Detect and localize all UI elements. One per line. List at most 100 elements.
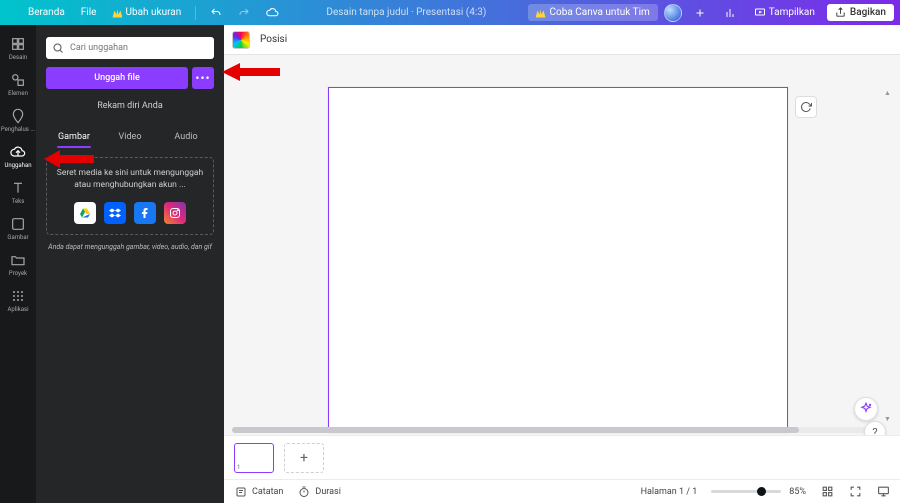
uploads-icon bbox=[10, 144, 26, 160]
sub-toolbar: Posisi bbox=[224, 25, 900, 55]
home-label: Beranda bbox=[28, 7, 65, 18]
rail-draw-label: Gambar bbox=[7, 234, 28, 241]
try-team-button[interactable]: Coba Canva untuk Tim bbox=[528, 4, 658, 21]
design-icon bbox=[10, 36, 26, 52]
tab-audio-label: Audio bbox=[174, 132, 197, 142]
rail-brand-label: Penghalus ... bbox=[1, 126, 35, 133]
fullscreen-button[interactable] bbox=[848, 485, 862, 499]
page-number: 1 bbox=[237, 464, 240, 471]
duration-button[interactable]: Durasi bbox=[297, 485, 340, 499]
connect-facebook[interactable] bbox=[134, 202, 156, 224]
media-tabs: Gambar Video Audio bbox=[46, 127, 214, 147]
tab-video-label: Video bbox=[119, 132, 142, 142]
notes-icon bbox=[234, 485, 248, 499]
zoom-slider[interactable] bbox=[711, 490, 781, 493]
file-label: File bbox=[81, 7, 97, 18]
rail-design-label: Desain bbox=[9, 54, 27, 61]
grid-view-button[interactable] bbox=[820, 485, 834, 499]
dropzone-text: Seret media ke sini untuk mengunggah ata… bbox=[55, 168, 205, 192]
tab-video[interactable]: Video bbox=[102, 127, 158, 147]
back-button[interactable] bbox=[6, 5, 18, 21]
position-button[interactable]: Posisi bbox=[260, 34, 287, 45]
rail-draw[interactable]: Gambar bbox=[0, 211, 36, 247]
crown-icon bbox=[112, 8, 122, 18]
record-yourself-button[interactable]: Rekam diri Anda bbox=[46, 95, 214, 117]
tab-images[interactable]: Gambar bbox=[46, 127, 102, 147]
document-title[interactable]: Desain tanpa judul · Presentasi (4:3) bbox=[285, 7, 527, 18]
record-label: Rekam diri Anda bbox=[97, 101, 162, 111]
share-button[interactable]: Bagikan bbox=[827, 4, 894, 21]
sync-icon[interactable] bbox=[795, 96, 817, 118]
page-canvas[interactable] bbox=[328, 87, 788, 433]
duration-label: Durasi bbox=[315, 487, 340, 497]
share-label: Bagikan bbox=[850, 7, 886, 18]
annotation-arrow-upload bbox=[222, 61, 280, 83]
rail-uploads[interactable]: Unggahan bbox=[0, 139, 36, 175]
elements-icon bbox=[10, 72, 26, 88]
search-input[interactable] bbox=[46, 37, 214, 59]
cloud-save-icon[interactable] bbox=[260, 3, 285, 22]
present-button[interactable]: Tampilkan bbox=[748, 4, 821, 22]
file-menu[interactable]: File bbox=[75, 4, 103, 21]
resize-label: Ubah ukuran bbox=[125, 7, 181, 18]
connect-dropbox[interactable] bbox=[104, 202, 126, 224]
top-bar: Beranda File Ubah ukuran Desain tanpa ju… bbox=[0, 0, 900, 25]
brand-icon bbox=[10, 108, 26, 124]
add-page-button[interactable]: + bbox=[284, 443, 324, 473]
color-swatch[interactable] bbox=[232, 31, 250, 49]
duration-icon bbox=[297, 485, 311, 499]
analytics-button[interactable] bbox=[718, 4, 742, 22]
projects-icon bbox=[10, 252, 26, 268]
tab-images-label: Gambar bbox=[58, 132, 90, 142]
page-indicator: Halaman 1 / 1 bbox=[641, 487, 698, 497]
redo-button[interactable] bbox=[232, 4, 256, 22]
present-footer-button[interactable] bbox=[876, 485, 890, 499]
page-strip: 1 + bbox=[224, 435, 900, 479]
rail-apps-label: Aplikasi bbox=[7, 306, 28, 313]
avatar[interactable] bbox=[664, 4, 682, 22]
draw-icon bbox=[10, 216, 26, 232]
rail-brand[interactable]: Penghalus ... bbox=[0, 103, 36, 139]
notes-button[interactable]: Catatan bbox=[234, 485, 283, 499]
text-icon bbox=[10, 180, 26, 196]
zoom-value: 85% bbox=[789, 487, 806, 497]
resize-button[interactable]: Ubah ukuran bbox=[106, 4, 187, 21]
connect-instagram[interactable] bbox=[164, 202, 186, 224]
crown-icon bbox=[536, 8, 546, 18]
connect-google-drive[interactable] bbox=[74, 202, 96, 224]
apps-icon bbox=[10, 288, 26, 304]
magic-button[interactable] bbox=[854, 397, 878, 421]
upload-more-button[interactable]: ••• bbox=[192, 67, 214, 89]
add-member-button[interactable] bbox=[688, 4, 712, 22]
vertical-scrollbar[interactable]: ▲▼ bbox=[884, 89, 890, 423]
uploads-panel: Unggah file ••• Rekam diri Anda Gambar V… bbox=[36, 25, 224, 503]
page-thumbnail[interactable]: 1 bbox=[234, 443, 274, 473]
search-wrapper bbox=[46, 35, 214, 59]
rail-elements[interactable]: Elemen bbox=[0, 67, 36, 103]
upload-hint: Anda dapat mengunggah gambar, video, aud… bbox=[46, 243, 214, 251]
rail-projects-label: Proyek bbox=[9, 270, 27, 277]
rail-text[interactable]: Teks bbox=[0, 175, 36, 211]
left-rail: Desain Elemen Penghalus ... Unggahan Tek… bbox=[0, 25, 36, 503]
search-icon bbox=[52, 39, 64, 51]
rail-projects[interactable]: Proyek bbox=[0, 247, 36, 283]
upload-file-button[interactable]: Unggah file bbox=[46, 67, 188, 89]
try-team-label: Coba Canva untuk Tim bbox=[550, 7, 650, 18]
rail-apps[interactable]: Aplikasi bbox=[0, 283, 36, 319]
position-label: Posisi bbox=[260, 34, 287, 45]
undo-button[interactable] bbox=[204, 4, 228, 22]
rail-text-label: Teks bbox=[12, 198, 25, 205]
present-label: Tampilkan bbox=[769, 7, 815, 18]
ellipsis-icon: ••• bbox=[195, 71, 210, 85]
footer: Catatan Durasi Halaman 1 / 1 85% bbox=[224, 479, 900, 503]
rail-uploads-label: Unggahan bbox=[4, 162, 31, 169]
rail-design[interactable]: Desain bbox=[0, 31, 36, 67]
upload-label: Unggah file bbox=[94, 73, 140, 83]
home-button[interactable]: Beranda bbox=[22, 4, 71, 21]
notes-label: Catatan bbox=[252, 487, 283, 497]
separator bbox=[195, 6, 196, 20]
horizontal-scrollbar[interactable] bbox=[232, 427, 876, 433]
tab-audio[interactable]: Audio bbox=[158, 127, 214, 147]
canvas-area: Posisi ▲▼ bbox=[224, 25, 900, 435]
rail-elements-label: Elemen bbox=[8, 90, 28, 97]
